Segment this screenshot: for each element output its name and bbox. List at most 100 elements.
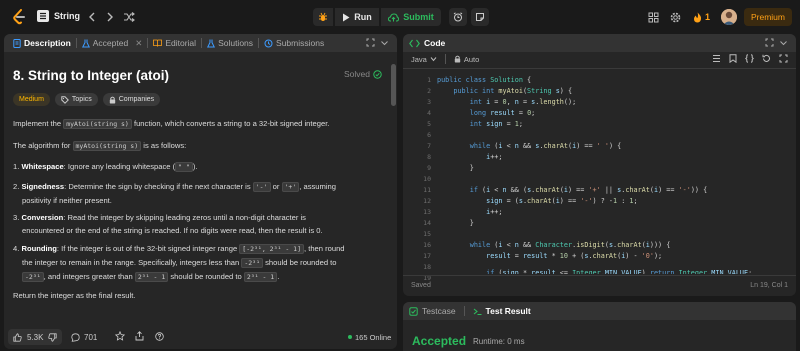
testcase-label: Testcase <box>422 306 456 316</box>
line-number: 8 <box>427 153 431 161</box>
test-result-label: Test Result <box>485 306 531 316</box>
reset-icon[interactable] <box>762 54 771 63</box>
grid-layout-icon <box>648 12 659 22</box>
code-line: i++; <box>486 153 503 161</box>
settings-button[interactable] <box>670 8 681 26</box>
share-button[interactable] <box>135 331 144 343</box>
text: The algorithm for <box>13 141 73 150</box>
inline-code: 2³¹ - 1 <box>134 272 169 282</box>
topics-button[interactable]: Topics <box>54 93 98 106</box>
tab-test-result[interactable]: Test Result <box>473 306 531 316</box>
line-number: 13 <box>423 208 431 216</box>
run-button[interactable]: Run <box>335 8 379 26</box>
editor-menu-icon[interactable] <box>779 38 788 49</box>
braces-icon[interactable] <box>745 54 754 63</box>
text: should be rounded to <box>263 258 337 267</box>
tab-divider <box>463 306 465 316</box>
tab-description[interactable]: Description <box>8 34 76 52</box>
tab-editorial-label: Editorial <box>165 38 197 48</box>
description-tabs: Description Accepted ✕ Editorial Solutio… <box>4 34 397 52</box>
leetcode-logo[interactable] <box>12 9 26 25</box>
random-problem-button[interactable] <box>122 10 136 24</box>
like-group: 5.3K <box>8 329 63 345</box>
help-button[interactable] <box>155 331 164 343</box>
timer-button[interactable] <box>449 8 467 26</box>
notes-button[interactable] <box>471 8 489 26</box>
comment-count: 701 <box>84 332 98 342</box>
description-actions: 5.3K 701 165 Online <box>4 327 397 347</box>
text: or <box>270 182 282 191</box>
close-icon[interactable]: ✕ <box>135 38 142 49</box>
book-icon <box>153 39 163 47</box>
expand-editor-icon[interactable] <box>765 38 774 49</box>
tab-solutions-label: Solutions <box>218 38 254 48</box>
list-icon[interactable] <box>712 54 721 63</box>
online-dot <box>348 335 352 339</box>
thumbs-down-icon[interactable] <box>48 332 58 342</box>
expand-panel-icon[interactable] <box>366 38 375 49</box>
streak-counter[interactable]: 1 <box>693 8 710 26</box>
problem-tags: Medium Topics Companies <box>13 93 161 106</box>
premium-button[interactable]: Premium <box>744 8 792 26</box>
comments-button[interactable]: 701 <box>71 333 97 342</box>
description-scrollbar[interactable] <box>391 64 396 106</box>
streak-count: 1 <box>705 12 711 22</box>
tab-testcase[interactable]: Testcase <box>409 306 456 316</box>
line-number: 9 <box>427 164 431 172</box>
text: : Ignore any leading whitespace ( <box>63 162 176 171</box>
language-select[interactable]: Java <box>411 55 437 64</box>
text: positivity if neither present. <box>22 196 112 205</box>
code-line: while (i < n && s.charAt(i) == ' ') { <box>469 142 622 150</box>
line-number: 1 <box>427 76 431 84</box>
tab-submissions-label: Submissions <box>276 38 325 48</box>
tab-accepted[interactable]: Accepted ✕ <box>77 34 148 52</box>
user-avatar-icon <box>721 9 737 25</box>
top-bar: String Run Submit 1 Premium <box>0 0 800 34</box>
comment-icon <box>71 332 80 342</box>
submit-button[interactable]: Submit <box>381 8 441 26</box>
result-tabs: Testcase Test Result <box>403 302 796 320</box>
code-line: public class Solution { <box>437 76 532 84</box>
tab-accepted-label: Accepted <box>92 38 129 48</box>
tab-submissions[interactable]: Submissions <box>259 34 329 52</box>
text: the integer to remain in the range. Spec… <box>22 258 242 267</box>
avatar[interactable] <box>721 9 737 25</box>
line-number: 16 <box>423 241 431 249</box>
debug-button[interactable] <box>313 8 333 26</box>
alarm-clock-icon <box>453 12 463 22</box>
companies-button[interactable]: Companies <box>102 93 161 106</box>
layout-button[interactable] <box>648 8 659 26</box>
text: , then round <box>303 244 345 253</box>
bookmark-icon[interactable] <box>729 54 737 63</box>
inline-code: " " <box>175 162 193 172</box>
step-number: 4. <box>13 244 20 253</box>
mode-label: Auto <box>463 54 480 64</box>
lock-icon <box>454 55 461 63</box>
step-number: 1. <box>13 162 20 171</box>
save-status: Saved <box>411 282 431 289</box>
more-options-icon[interactable] <box>380 38 389 49</box>
run-label: Run <box>354 12 372 22</box>
editor-title: Code <box>424 38 446 48</box>
problem-list-label: String <box>54 11 80 21</box>
mode-select[interactable]: Auto <box>454 55 479 64</box>
play-icon <box>343 13 350 21</box>
chevron-right-icon <box>107 12 113 22</box>
code-line: if (i < n && (s.charAt(i) == '+' || s.ch… <box>469 186 708 194</box>
line-number: 14 <box>423 219 431 227</box>
text: : Read the integer by skipping leading z… <box>63 213 306 222</box>
inline-code: 2³¹ - 1 <box>243 272 278 282</box>
favorite-button[interactable] <box>114 330 126 343</box>
tab-solutions[interactable]: Solutions <box>202 34 258 52</box>
problem-list-button[interactable]: String <box>37 10 80 22</box>
next-problem-button[interactable] <box>104 10 116 24</box>
inline-code: myAtoi(string s) <box>63 119 132 129</box>
tab-editorial[interactable]: Editorial <box>148 34 201 52</box>
fullscreen-icon[interactable] <box>779 54 788 63</box>
thumbs-up-icon[interactable] <box>13 332 22 342</box>
code-line: int i = 0, n = s.length(); <box>469 98 577 106</box>
difficulty-badge: Medium <box>13 93 50 106</box>
fire-icon <box>694 12 702 22</box>
code-line: if (sign * result <= Integer.MIN_VALUE) … <box>486 269 753 274</box>
prev-problem-button[interactable] <box>86 10 98 24</box>
